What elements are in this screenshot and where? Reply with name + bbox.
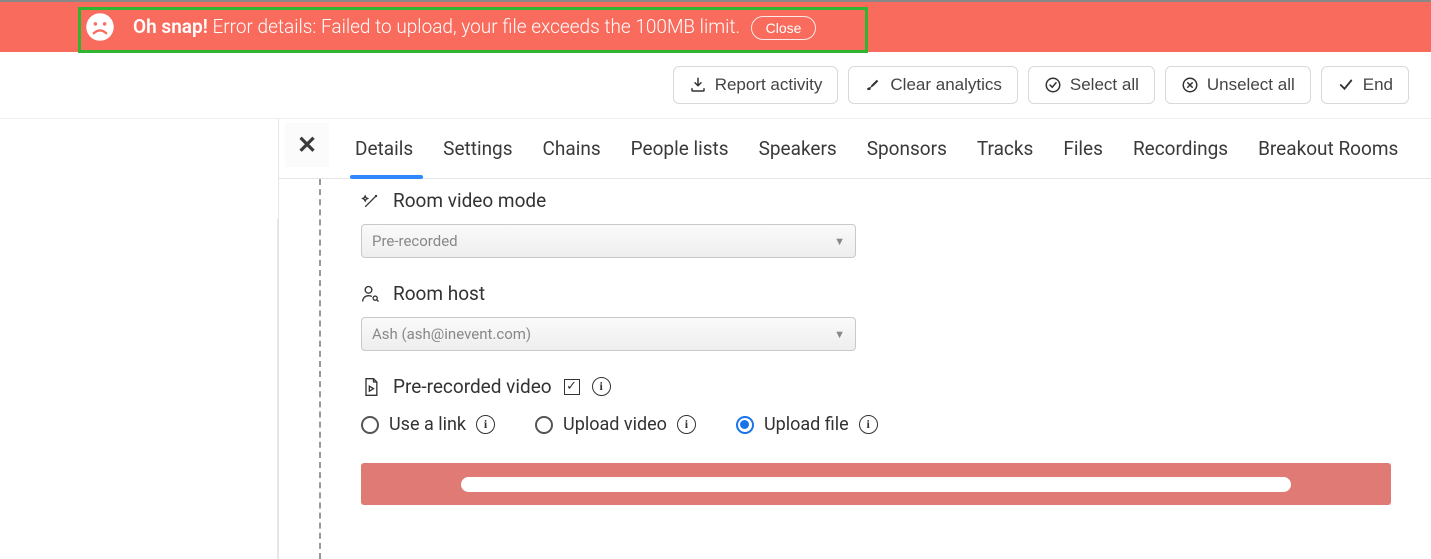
prerec-label: Pre-recorded video (393, 375, 552, 398)
radio-upload-video-label: Upload video (563, 414, 667, 435)
info-icon[interactable]: i (476, 415, 495, 434)
select-all-button[interactable]: Select all (1028, 66, 1155, 104)
frown-icon (85, 12, 115, 42)
tab-speakers[interactable]: Speakers (759, 137, 837, 168)
host-label: Room host (393, 282, 485, 305)
upload-progress-area (361, 463, 1391, 505)
info-icon[interactable]: i (859, 415, 878, 434)
end-label: End (1363, 75, 1393, 95)
prerecorded-video-field: Pre-recorded video ✓ i Use a link i Uplo… (361, 375, 1391, 505)
info-icon[interactable]: i (677, 415, 696, 434)
radio-icon (361, 416, 379, 434)
main-content: ✕ Details Settings Chains People lists S… (0, 119, 1431, 559)
tab-breakout-rooms[interactable]: Breakout Rooms (1258, 137, 1398, 168)
radio-upload-file[interactable]: Upload file i (736, 414, 878, 435)
select-all-label: Select all (1070, 75, 1139, 95)
tab-recordings[interactable]: Recordings (1133, 137, 1228, 168)
close-panel-button[interactable]: ✕ (285, 123, 329, 167)
person-key-icon (361, 284, 381, 304)
error-alert: Oh snap! Error details: Failed to upload… (0, 0, 1431, 52)
form-content: ▲ Room video mode Pre-recorded ▼ Room ho… (319, 179, 1431, 559)
radio-upload-video[interactable]: Upload video i (535, 414, 696, 435)
room-video-mode-field: Room video mode Pre-recorded ▼ (361, 189, 1391, 258)
close-icon: ✕ (297, 131, 317, 159)
radio-use-link[interactable]: Use a link i (361, 414, 495, 435)
host-value: Ash (ash@inevent.com) (372, 325, 531, 343)
radio-link-label: Use a link (389, 414, 466, 435)
video-mode-select[interactable]: Pre-recorded ▼ (361, 224, 856, 258)
tab-settings[interactable]: Settings (443, 137, 512, 168)
video-mode-label: Room video mode (393, 189, 546, 212)
tab-bar: Details Settings Chains People lists Spe… (279, 119, 1431, 179)
radio-upload-file-label: Upload file (764, 414, 849, 435)
clear-analytics-button[interactable]: Clear analytics (848, 66, 1018, 104)
magic-wand-icon (361, 191, 381, 211)
prerec-checkbox[interactable]: ✓ (564, 379, 580, 395)
end-button[interactable]: End (1321, 66, 1409, 104)
unselect-all-label: Unselect all (1207, 75, 1295, 95)
video-mode-value: Pre-recorded (372, 232, 458, 250)
alert-text: Oh snap! Error details: Failed to upload… (133, 15, 816, 40)
action-toolbar: Report activity Clear analytics Select a… (0, 52, 1431, 119)
tab-people-lists[interactable]: People lists (631, 137, 729, 168)
upload-progress-bar (461, 477, 1291, 492)
tab-tracks[interactable]: Tracks (977, 137, 1033, 168)
alert-title: Oh snap! (133, 15, 208, 38)
tab-sponsors[interactable]: Sponsors (867, 137, 947, 168)
clear-label: Clear analytics (890, 75, 1002, 95)
radio-icon (535, 416, 553, 434)
tab-chains[interactable]: Chains (543, 137, 601, 168)
check-circle-icon (1044, 76, 1062, 94)
detail-panel: ✕ Details Settings Chains People lists S… (278, 119, 1431, 559)
report-label: Report activity (715, 75, 823, 95)
alert-message: Error details: Failed to upload, your fi… (212, 15, 740, 38)
alert-close-button[interactable]: Close (751, 16, 817, 40)
chevron-down-icon: ▼ (834, 328, 845, 341)
report-activity-button[interactable]: Report activity (673, 66, 839, 104)
room-host-field: Room host Ash (ash@inevent.com) ▼ (361, 282, 1391, 351)
host-select[interactable]: Ash (ash@inevent.com) ▼ (361, 317, 856, 351)
brush-icon (864, 76, 882, 94)
unselect-all-button[interactable]: Unselect all (1165, 66, 1311, 104)
chevron-down-icon: ▼ (834, 235, 845, 248)
info-icon[interactable]: i (592, 377, 611, 396)
tab-files[interactable]: Files (1063, 137, 1103, 168)
video-file-icon (361, 377, 381, 397)
radio-icon-selected (736, 416, 754, 434)
download-icon (689, 76, 707, 94)
x-circle-icon (1181, 76, 1199, 94)
tab-details[interactable]: Details (355, 137, 413, 168)
video-source-radios: Use a link i Upload video i Upload file … (361, 414, 1391, 435)
check-icon (1337, 76, 1355, 94)
left-sidebar-area (0, 119, 278, 559)
